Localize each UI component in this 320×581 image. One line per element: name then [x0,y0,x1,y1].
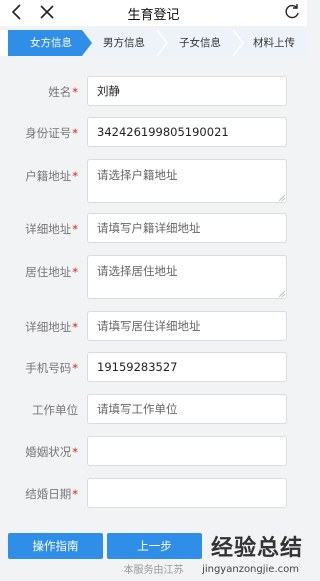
form-row-phone: 手机号码* 19159283527 [0,352,307,384]
form-row-marriage-date: 结婚日期* [0,478,307,510]
name-label: 姓名* [48,85,78,99]
marital-status-select[interactable] [87,436,287,466]
phone-label: 手机号码* [25,361,78,375]
phone-input[interactable]: 19159283527 [87,352,287,382]
form-row-household-address: 户籍地址* 请选择户籍地址 [0,159,307,205]
resize-handle-icon [279,195,285,201]
marriage-date-picker[interactable] [87,478,287,508]
residence-detail-label: 详细地址* [25,320,78,334]
watermark-url: jingyanzongjie.com [202,564,299,575]
id-number-label: 身份证号* [25,126,78,140]
marriage-date-label: 结婚日期* [25,487,78,501]
form-row-work-unit: 工作单位 请填写工作单位 [0,394,307,426]
watermark: 经验总结 jingyanzongjie.com [173,530,303,580]
household-address-label: 户籍地址* [25,169,78,183]
guide-button[interactable]: 操作指南 [8,533,103,559]
residence-address-label: 居住地址* [25,265,78,279]
refresh-icon[interactable] [283,2,301,22]
step-label: 女方信息 [30,37,72,49]
form-row-name: 姓名* 刘静 [0,76,307,108]
top-bar: 生育登记 [0,0,307,26]
step-label: 男方信息 [103,37,145,49]
work-unit-input[interactable]: 请填写工作单位 [87,394,287,424]
name-input[interactable]: 刘静 [87,76,287,106]
household-detail-label: 详细地址* [25,222,78,236]
residence-address-select[interactable]: 请选择居住地址 [87,255,287,299]
form-row-id-number: 身份证号* 342426199805190021 [0,117,307,149]
id-number-input[interactable]: 342426199805190021 [87,117,287,147]
resize-handle-icon [279,291,285,297]
marital-status-label: 婚姻状况* [25,445,78,459]
household-detail-input[interactable]: 请填写户籍详细地址 [87,213,287,243]
page-title: 生育登记 [127,8,180,23]
watermark-title: 经验总结 [210,535,303,561]
residence-detail-input[interactable]: 请填写居住详细地址 [87,311,287,341]
step-children-info[interactable]: 子女信息 [158,30,242,56]
step-upload-materials[interactable]: 材料上传 [234,30,307,56]
step-indicator: 女方信息 男方信息 子女信息 材料上传 [0,30,307,56]
step-label: 材料上传 [253,37,295,49]
form-row-residence-address: 居住地址* 请选择居住地址 [0,255,307,301]
form-row-marital-status: 婚姻状况* [0,436,307,468]
form-row-household-detail: 详细地址* 请填写户籍详细地址 [0,213,307,245]
step-male-info[interactable]: 男方信息 [82,30,166,56]
household-address-select[interactable]: 请选择户籍地址 [87,159,287,203]
work-unit-label: 工作单位 [32,403,78,417]
step-label: 子女信息 [179,37,221,49]
form-row-residence-detail: 详细地址* 请填写居住详细地址 [0,311,307,343]
